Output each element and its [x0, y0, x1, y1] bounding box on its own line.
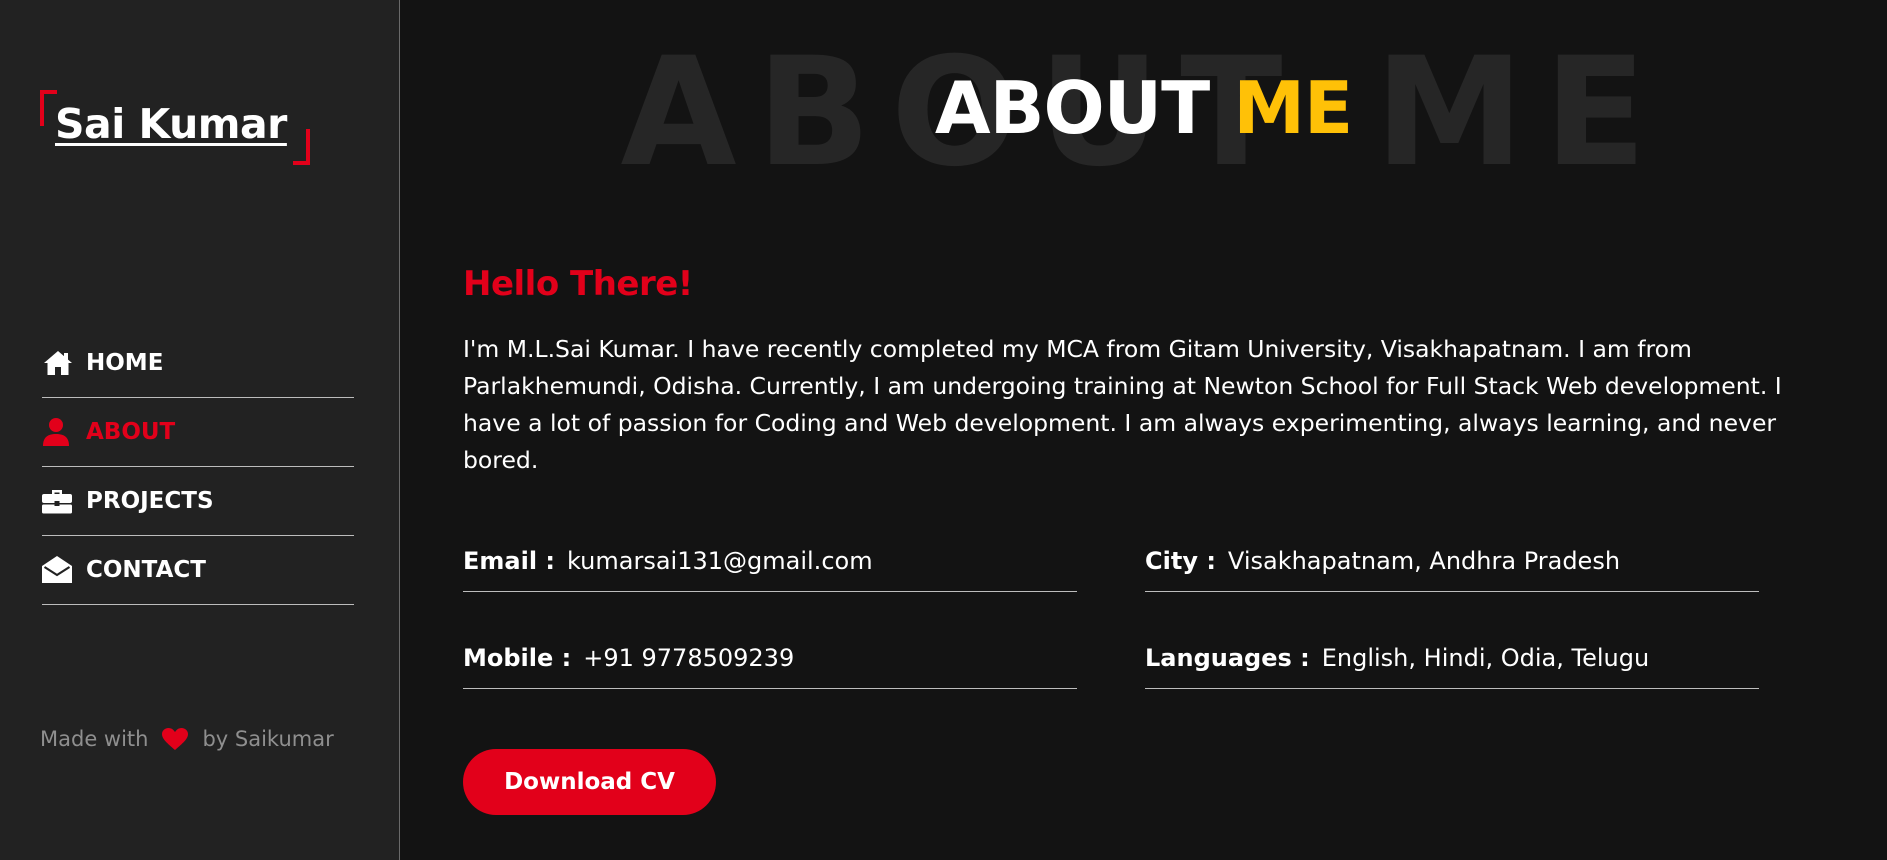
footer-credit: Made with by Saikumar: [40, 727, 334, 751]
section-title-main: ABOUT: [934, 66, 1210, 150]
info-mobile: Mobile : +91 9778509239: [463, 628, 1077, 689]
envelope-open-icon: [42, 555, 76, 585]
nav-item-about[interactable]: ABOUT: [42, 398, 354, 467]
mobile-value[interactable]: +91 9778509239: [583, 644, 794, 672]
section-title-accent: ME: [1233, 66, 1353, 150]
home-icon: [42, 348, 76, 378]
download-cv-button[interactable]: Download CV: [463, 749, 716, 815]
section-title: ABOUT ME: [400, 72, 1887, 144]
info-languages: Languages : English, Hindi, Odia, Telugu: [1145, 628, 1759, 689]
briefcase-icon: [42, 486, 76, 516]
main-nav: HOME ABOUT PROJECTS CONTACT: [42, 329, 354, 605]
email-value[interactable]: kumarsai131@gmail.com: [567, 547, 873, 575]
about-section: ABOUT ME ABOUT ME Hello There! I'm M.L.S…: [400, 0, 1887, 860]
bio-paragraph: I'm M.L.Sai Kumar. I have recently compl…: [463, 335, 1782, 474]
nav-item-label: PROJECTS: [86, 488, 214, 514]
user-icon: [42, 417, 76, 447]
info-email: Email : kumarsai131@gmail.com: [463, 531, 1077, 592]
info-label: Languages :: [1145, 644, 1310, 672]
logo-text[interactable]: Sai Kumar: [55, 100, 287, 148]
footer-made-with: Made with: [40, 727, 149, 751]
nav-item-label: CONTACT: [86, 557, 206, 583]
info-label: Mobile :: [463, 644, 572, 672]
nav-item-projects[interactable]: PROJECTS: [42, 467, 354, 536]
nav-item-contact[interactable]: CONTACT: [42, 536, 354, 605]
greeting-heading: Hello There!: [463, 264, 693, 304]
nav-item-label: ABOUT: [86, 419, 176, 445]
info-label: City :: [1145, 547, 1216, 575]
footer-by: by Saikumar: [202, 727, 334, 751]
sidebar: Sai Kumar HOME ABOUT PROJECTS CONTACT Ma…: [0, 0, 400, 860]
city-value: Visakhapatnam, Andhra Pradesh: [1227, 547, 1621, 575]
nav-item-label: HOME: [86, 350, 164, 376]
info-label: Email :: [463, 547, 556, 575]
heart-icon: [162, 727, 189, 751]
logo[interactable]: Sai Kumar: [40, 90, 310, 165]
info-city: City : Visakhapatnam, Andhra Pradesh: [1145, 531, 1759, 592]
languages-value: English, Hindi, Odia, Telugu: [1321, 644, 1650, 672]
nav-item-home[interactable]: HOME: [42, 329, 354, 398]
logo-corner-bottom-right: [293, 129, 310, 165]
